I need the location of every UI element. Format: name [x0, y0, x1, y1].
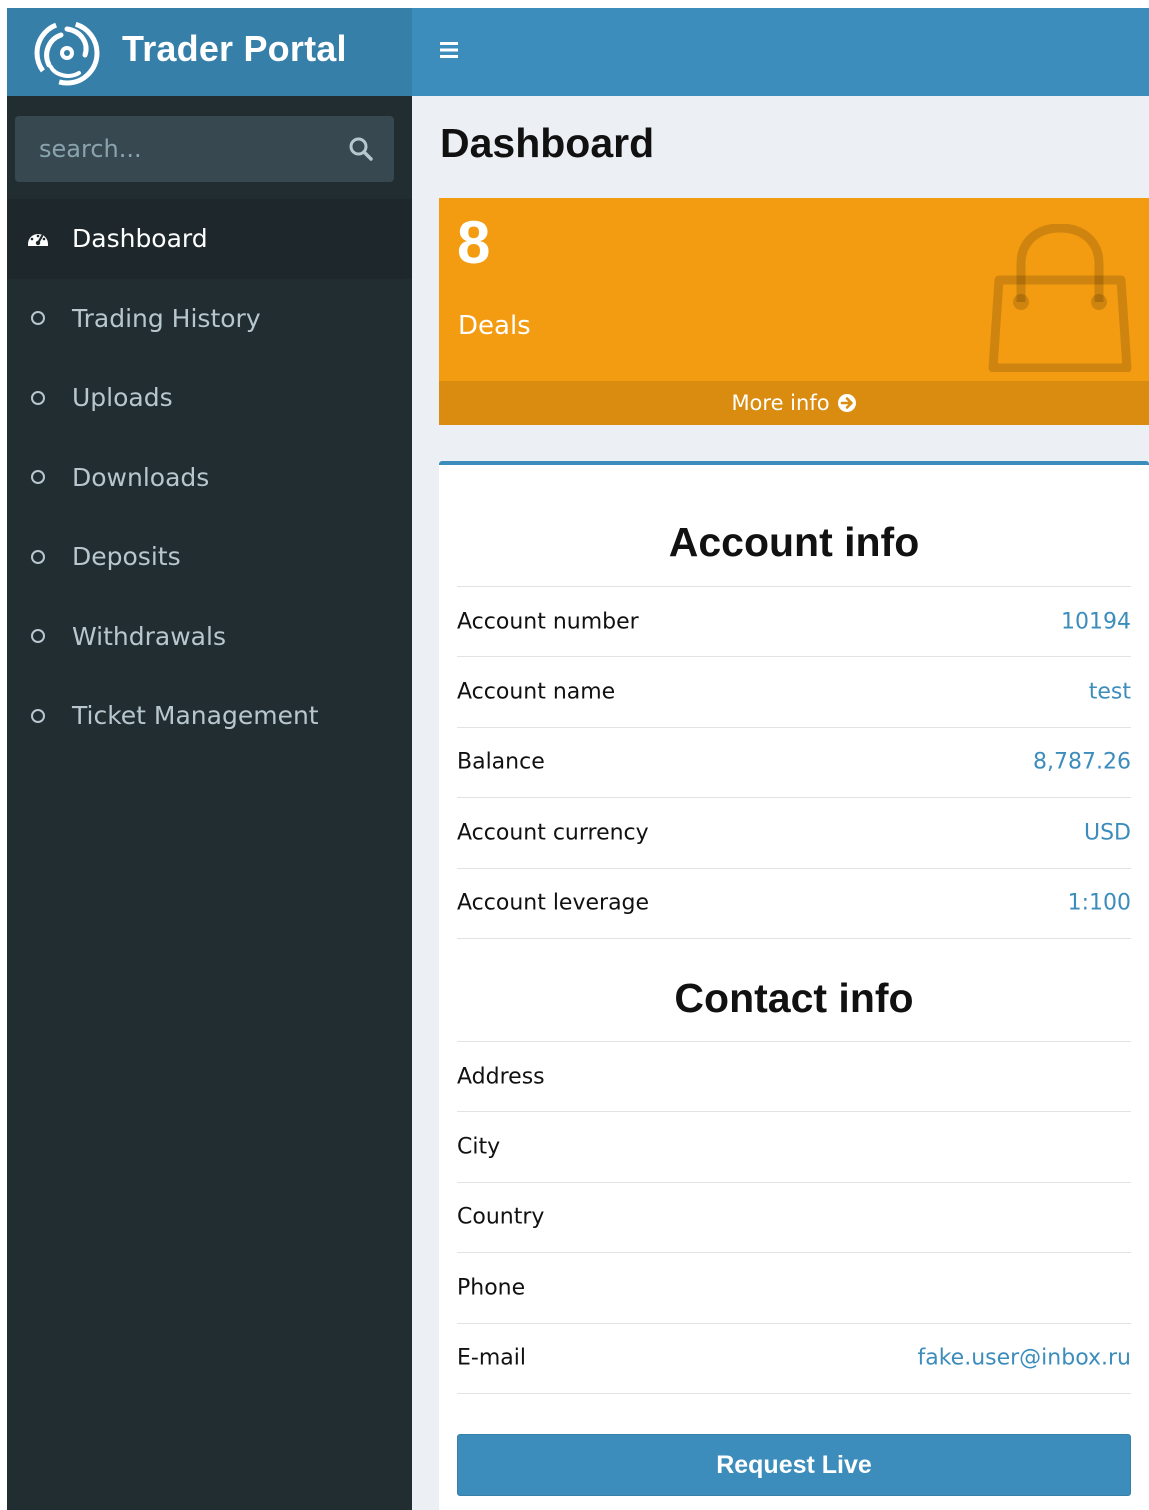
row-value: USD — [1083, 820, 1131, 846]
city-row: City — [457, 1112, 1131, 1183]
sidebar-search — [15, 116, 394, 182]
balance-row: Balance 8,787.26 — [457, 728, 1131, 799]
contact-info-list: Address City Country Phone E-mail fake.u… — [457, 1041, 1131, 1394]
address-row: Address — [457, 1042, 1131, 1113]
sidebar-item-label: Ticket Management — [72, 701, 319, 731]
row-label: Country — [457, 1204, 545, 1230]
hamburger-menu-icon[interactable] — [438, 40, 460, 60]
row-label: Account name — [457, 679, 616, 705]
sidebar-item-trading-history[interactable]: Trading History — [7, 279, 412, 359]
circle-icon — [31, 629, 45, 644]
logo-icon — [34, 20, 100, 86]
account-currency-row: Account currency USD — [457, 798, 1131, 869]
row-label: Balance — [457, 749, 545, 775]
app-frame: Trader Portal Dashboard — [7, 8, 1149, 1510]
sidebar: Trader Portal Dashboard — [7, 8, 412, 1510]
circle-icon — [31, 470, 45, 485]
circle-icon — [31, 390, 45, 405]
email-row: E-mail fake.user@inbox.ru — [457, 1324, 1131, 1394]
row-label: Account leverage — [457, 890, 650, 916]
deals-count: 8 — [457, 209, 491, 276]
deals-info-box: 8 Deals More info — [439, 198, 1149, 425]
account-info-list: Account number 10194 Account name test B… — [457, 586, 1131, 939]
sidebar-item-ticket-management[interactable]: Ticket Management — [7, 676, 412, 756]
row-value: 8,787.26 — [1033, 749, 1131, 775]
request-live-button[interactable]: Request Live — [457, 1434, 1131, 1496]
search-input[interactable] — [15, 116, 335, 182]
row-value: test — [1088, 679, 1131, 705]
row-label: E-mail — [457, 1345, 526, 1371]
sidebar-item-dashboard[interactable]: Dashboard — [7, 199, 412, 279]
account-leverage-row: Account leverage 1:100 — [457, 869, 1131, 939]
top-navbar — [412, 8, 1149, 96]
row-label: Phone — [457, 1275, 526, 1301]
row-value: 10194 — [1061, 609, 1131, 635]
account-name-row: Account name test — [457, 657, 1131, 728]
sidebar-menu: Dashboard Trading History Uploads Downlo… — [7, 199, 412, 756]
sidebar-item-label: Dashboard — [72, 224, 208, 254]
row-value: 1:100 — [1067, 890, 1131, 916]
row-label: Account number — [457, 609, 639, 635]
more-info-label: More info — [731, 391, 830, 415]
sidebar-item-withdrawals[interactable]: Withdrawals — [7, 597, 412, 677]
sidebar-item-label: Deposits — [72, 542, 181, 572]
page-title: Dashboard — [440, 120, 655, 166]
row-label: City — [457, 1134, 501, 1160]
arrow-circle-right-icon — [837, 394, 856, 412]
contact-info-title: Contact info — [674, 975, 914, 1021]
account-number-row: Account number 10194 — [457, 587, 1131, 658]
phone-row: Phone — [457, 1253, 1131, 1324]
sidebar-item-label: Withdrawals — [72, 621, 226, 651]
account-info-title: Account info — [668, 519, 920, 565]
deals-label: Deals — [458, 311, 531, 341]
dashboard-icon — [28, 233, 48, 246]
search-icon[interactable] — [346, 134, 376, 164]
row-label: Account currency — [457, 820, 649, 846]
circle-icon — [31, 549, 45, 564]
brand-header[interactable]: Trader Portal — [7, 8, 412, 96]
sidebar-item-label: Downloads — [72, 462, 210, 492]
sidebar-item-uploads[interactable]: Uploads — [7, 358, 412, 438]
sidebar-item-deposits[interactable]: Deposits — [7, 517, 412, 597]
country-row: Country — [457, 1183, 1131, 1254]
email-link[interactable]: fake.user@inbox.ru — [917, 1346, 1131, 1371]
brand-title: Trader Portal — [122, 28, 347, 69]
sidebar-item-label: Uploads — [72, 383, 173, 413]
more-info-link[interactable]: More info — [439, 381, 1149, 425]
sidebar-item-downloads[interactable]: Downloads — [7, 438, 412, 518]
sidebar-item-label: Trading History — [72, 303, 261, 333]
shopping-bag-icon — [988, 224, 1132, 372]
account-card: Account info Account number 10194 Accoun… — [439, 461, 1149, 1510]
circle-icon — [31, 311, 45, 326]
row-label: Address — [457, 1064, 545, 1090]
circle-icon — [31, 708, 45, 723]
